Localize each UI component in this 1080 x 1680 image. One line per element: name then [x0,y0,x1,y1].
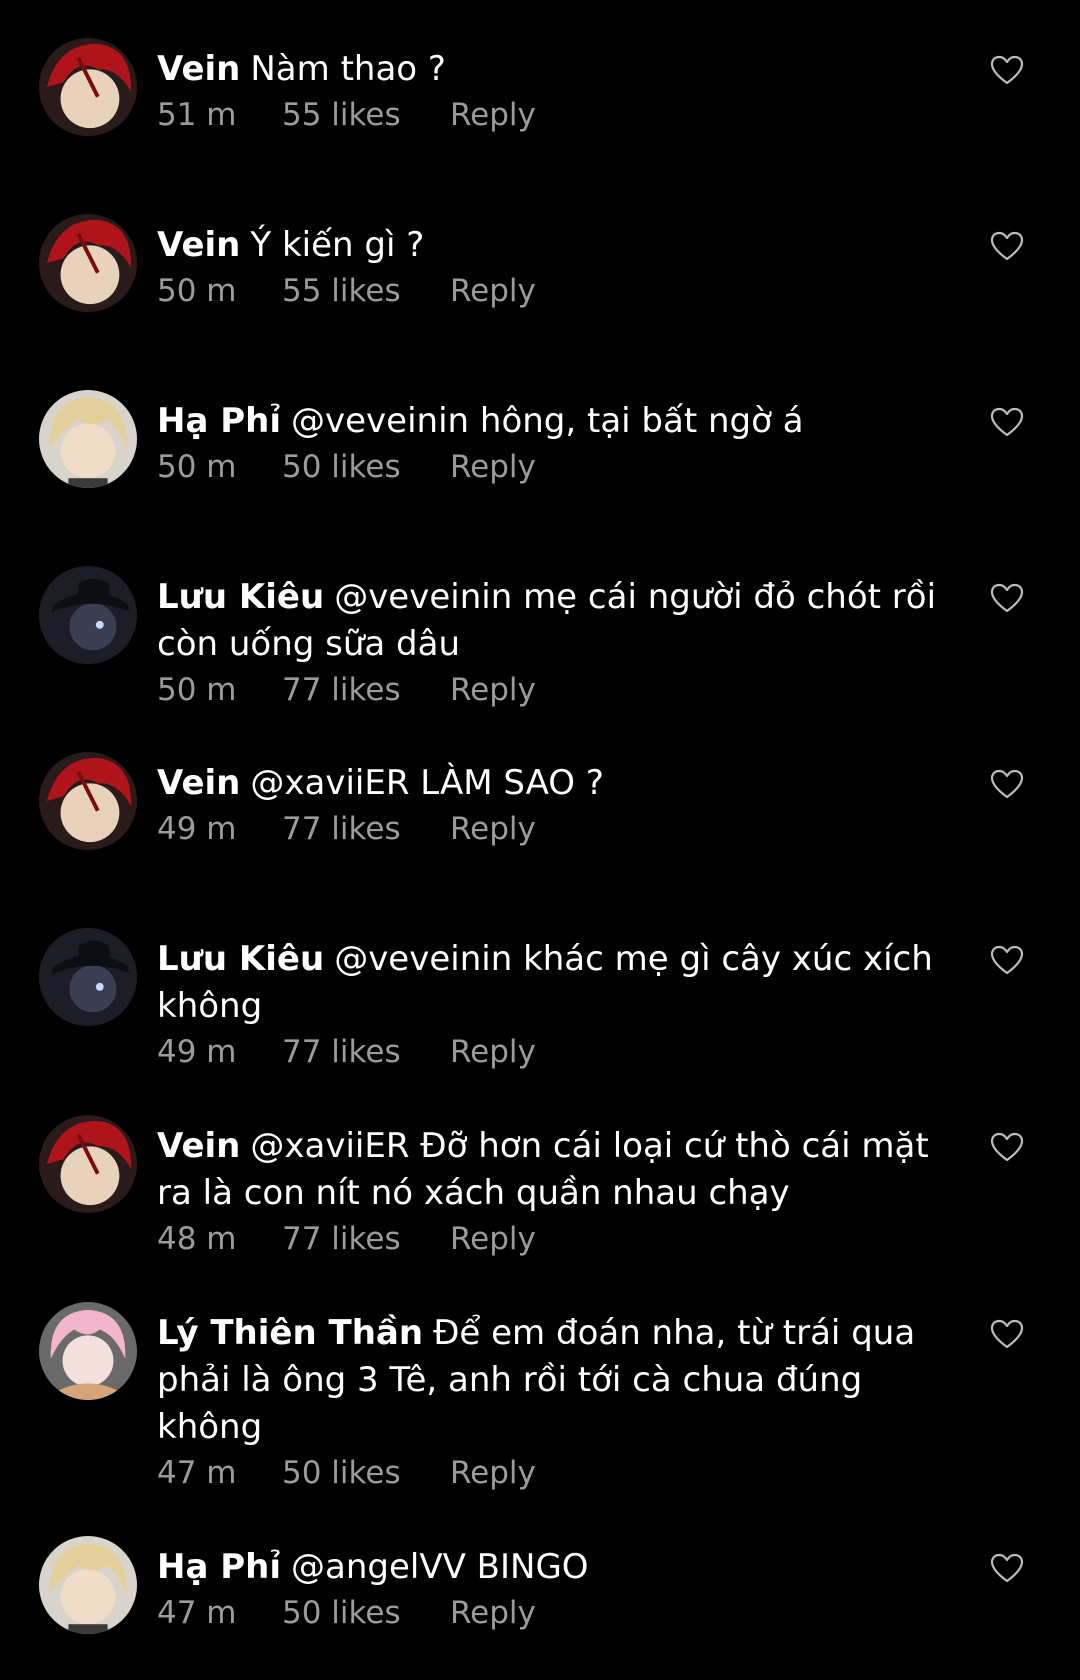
comment-text-line: Vein Nàm thao ? [157,46,937,93]
comment-likes[interactable]: 55 likes [282,271,401,311]
comment-author[interactable]: Vein [157,763,240,803]
comment-likes[interactable]: 77 likes [282,809,401,849]
comment-time: 47 m [157,1595,237,1631]
avatar-dark-hat[interactable] [39,566,137,664]
comment-text: @angelVV BINGO [291,1547,589,1587]
comment-author[interactable]: Hạ Phỉ [157,1547,281,1587]
avatar-red-hair[interactable] [39,214,137,312]
heart-outline-icon[interactable] [990,231,1024,261]
comment-likes[interactable]: 77 likes [282,670,401,710]
comment-body: Vein @xaviiER LÀM SAO ? 49 m 77 likes Rep… [157,752,937,849]
heart-outline-icon[interactable] [990,583,1024,613]
heart-outline-icon[interactable] [990,945,1024,975]
comment-body: Lưu Kiêu @veveinin khác mẹ gì cây xúc xíc… [157,928,937,1072]
comment-author[interactable]: Lưu Kiêu [157,939,324,979]
reply-button[interactable]: Reply [450,447,536,487]
comment-text: Ý kiến gì ? [250,225,425,265]
avatar-red-hair[interactable] [39,1115,137,1213]
avatar-pink-hair[interactable] [39,1302,137,1400]
comment-author[interactable]: Vein [157,225,240,265]
comment-likes[interactable]: 77 likes [282,1032,401,1072]
comment-meta: 49 m 77 likes Reply [157,809,937,849]
comment-body: Lý Thiên Thần Để em đoán nha, từ trái qua… [157,1302,937,1493]
comment-text-line: Vein Ý kiến gì ? [157,222,937,269]
comment-text: @xaviiER Đỡ hơn cái loại cứ thò cái mặt … [157,1126,929,1213]
comment-text-line: Vein @xaviiER LÀM SAO ? [157,760,937,807]
reply-button[interactable]: Reply [450,1219,536,1259]
heart-outline-icon[interactable] [990,769,1024,799]
comment-body: Vein Ý kiến gì ? 50 m 55 likes Reply [157,214,937,311]
comment-author[interactable]: Hạ Phỉ [157,401,281,441]
comment-meta: 50 m 50 likes Reply [157,447,937,487]
reply-button[interactable]: Reply [450,95,536,135]
comment-meta: 49 m 77 likes Reply [157,1032,937,1072]
heart-outline-icon[interactable] [990,1132,1024,1162]
reply-button[interactable]: Reply [450,1032,536,1072]
comment-body: Hạ Phỉ @angelVV BINGO 47 m 50 likes Reply [157,1536,937,1633]
avatar-blonde-hair[interactable] [39,1536,137,1634]
comment-text-line: Vein @xaviiER Đỡ hơn cái loại cứ thò cái … [157,1123,937,1217]
comment-time: 49 m [157,1034,237,1070]
comment-time: 50 m [157,273,237,309]
comment-time: 50 m [157,449,237,485]
comment-author[interactable]: Lý Thiên Thần [157,1313,423,1353]
heart-outline-icon[interactable] [990,1553,1024,1583]
reply-button[interactable]: Reply [450,271,536,311]
comment-time: 50 m [157,672,237,708]
avatar-red-hair[interactable] [39,752,137,850]
comment-text-line: Hạ Phỉ @veveinin hông, tại bất ngờ á [157,398,937,445]
comment-meta: 51 m 55 likes Reply [157,95,937,135]
comment-meta: 50 m 77 likes Reply [157,670,937,710]
comment-text-line: Hạ Phỉ @angelVV BINGO [157,1544,937,1591]
reply-button[interactable]: Reply [450,1593,536,1633]
comment-author[interactable]: Vein [157,1126,240,1166]
comment-meta: 50 m 55 likes Reply [157,271,937,311]
comment-body: Hạ Phỉ @veveinin hông, tại bất ngờ á 50 m… [157,390,937,487]
comment-text-line: Lưu Kiêu @veveinin mẹ cái người đỏ chót r… [157,574,937,668]
comment-time: 49 m [157,811,237,847]
avatar-dark-hat[interactable] [39,928,137,1026]
heart-outline-icon[interactable] [990,55,1024,85]
comment-text-line: Lưu Kiêu @veveinin khác mẹ gì cây xúc xíc… [157,936,937,1030]
avatar-red-hair[interactable] [39,38,137,136]
comment-meta: 47 m 50 likes Reply [157,1593,937,1633]
reply-button[interactable]: Reply [450,809,536,849]
comment-text-line: Lý Thiên Thần Để em đoán nha, từ trái qua… [157,1310,937,1451]
comment-likes[interactable]: 50 likes [282,447,401,487]
comment-author[interactable]: Vein [157,49,240,89]
comment-meta: 48 m 77 likes Reply [157,1219,937,1259]
avatar-blonde-hair[interactable] [39,390,137,488]
comment-body: Vein @xaviiER Đỡ hơn cái loại cứ thò cái … [157,1115,937,1259]
comment-time: 51 m [157,97,237,133]
comment-time: 47 m [157,1455,237,1491]
comment-meta: 47 m 50 likes Reply [157,1453,937,1493]
reply-button[interactable]: Reply [450,1453,536,1493]
comment-body: Lưu Kiêu @veveinin mẹ cái người đỏ chót r… [157,566,937,710]
comment-likes[interactable]: 50 likes [282,1453,401,1493]
comment-text: @xaviiER LÀM SAO ? [250,763,604,803]
comment-time: 48 m [157,1221,237,1257]
comment-likes[interactable]: 77 likes [282,1219,401,1259]
heart-outline-icon[interactable] [990,1319,1024,1349]
comment-body: Vein Nàm thao ? 51 m 55 likes Reply [157,38,937,135]
reply-button[interactable]: Reply [450,670,536,710]
heart-outline-icon[interactable] [990,407,1024,437]
comment-text: @veveinin hông, tại bất ngờ á [291,401,804,441]
comment-likes[interactable]: 55 likes [282,95,401,135]
comment-text: Nàm thao ? [250,49,446,89]
comment-author[interactable]: Lưu Kiêu [157,577,324,617]
comment-likes[interactable]: 50 likes [282,1593,401,1633]
